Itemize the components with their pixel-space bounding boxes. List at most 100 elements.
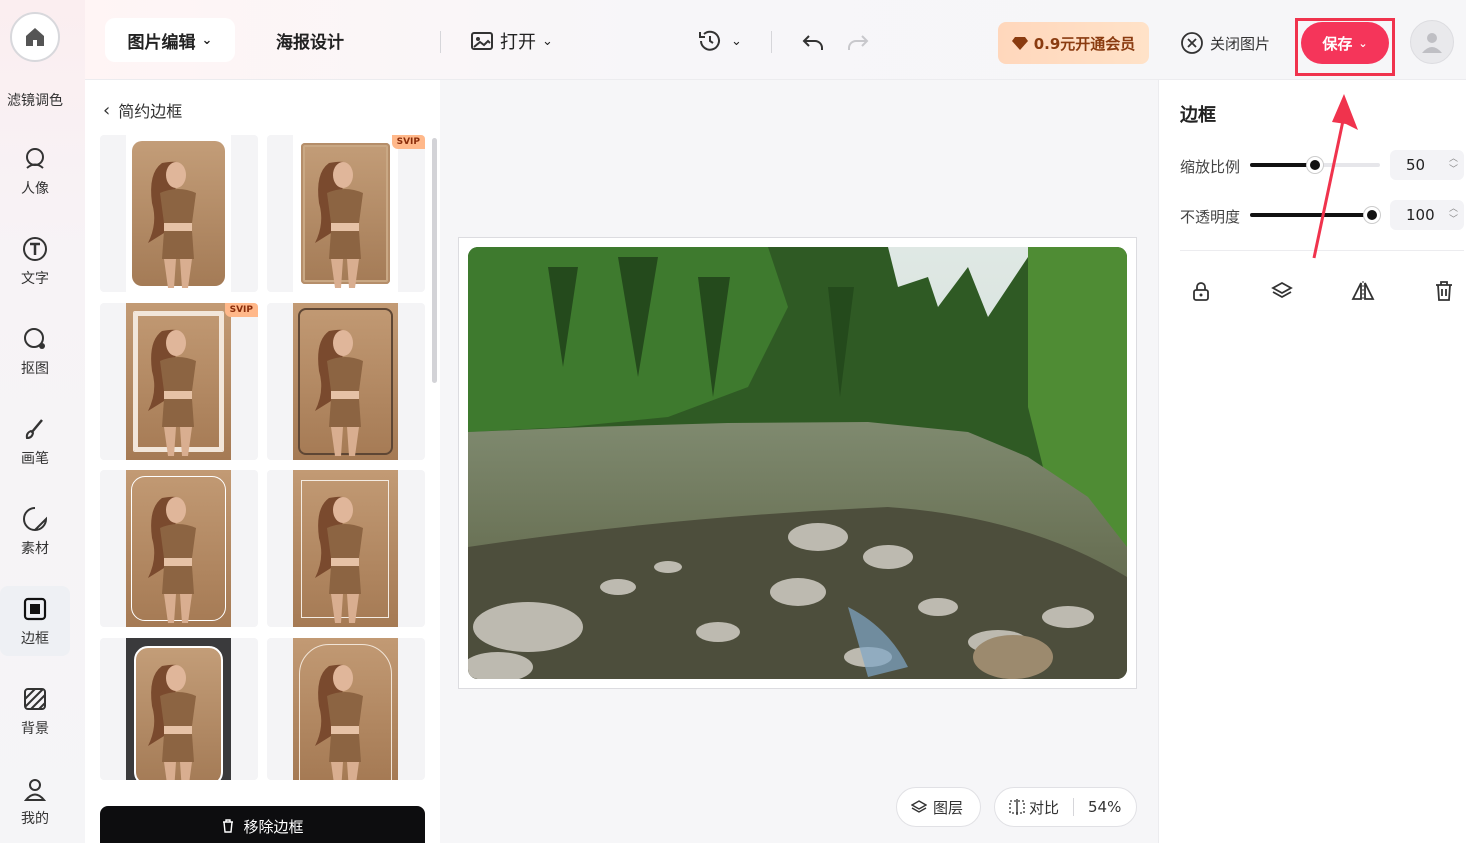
rail-item-sticker[interactable]: 素材 [0,496,70,566]
flip-horizontal-icon [1351,281,1375,301]
rail-label: 背景 [21,721,49,737]
home-button[interactable] [10,12,60,62]
close-image-button[interactable]: 关闭图片 [1180,28,1270,58]
tab-poster-design[interactable]: 海报设计 [250,18,370,62]
layers-label: 图层 [933,798,964,817]
lock-button[interactable] [1186,276,1216,306]
frame-thumbnail[interactable] [267,303,425,460]
chevron-down-icon: ⌄ [542,33,553,49]
save-label: 保存 [1322,34,1353,53]
divider [1073,798,1075,816]
close-circle-icon [1181,32,1203,54]
brush-icon [20,414,50,444]
canvas-photo[interactable] [468,247,1127,679]
compare-icon [1009,799,1025,815]
scale-value-input[interactable]: 50 ︿ ﹀ [1390,150,1464,180]
back-button[interactable]: ‹ 简约边框 [103,98,182,122]
svip-badge: SVIP [224,303,258,317]
chevron-left-icon: ‹ [103,99,111,121]
lock-icon [1193,282,1209,301]
frame-thumbnail[interactable] [100,638,258,780]
layers-button[interactable]: 图层 [896,787,981,827]
compare-label: 对比 [1029,798,1060,817]
rail-label: 人像 [21,181,49,197]
trash-icon [223,819,234,833]
rail-item-brush[interactable]: 画笔 [0,406,70,476]
opacity-label: 不透明度 [1180,208,1241,226]
rail-item-mine[interactable]: 我的 [0,766,70,836]
compare-button[interactable]: 对比 [1009,797,1059,818]
compare-zoom-group: 对比 54% [994,787,1137,827]
rail-label: 边框 [21,631,49,647]
rail-label: 素材 [21,541,49,557]
vip-label: 0.9元开通会员 [1033,34,1136,53]
text-icon [20,234,50,264]
diamond-icon [1011,37,1028,50]
opacity-value-input[interactable]: 100 ︿ ﹀ [1390,200,1464,230]
stepper-icon[interactable]: ︿ ﹀ [1449,204,1458,226]
remove-frame-label: 移除边框 [243,817,304,836]
remove-frame-button[interactable]: 移除边框 [100,806,425,843]
close-image-label: 关闭图片 [1210,34,1271,53]
rail-label: 文字 [21,271,49,287]
redo-button[interactable] [843,28,873,58]
frame-icon [20,594,50,624]
rail-item-cutout[interactable]: 抠图 [0,316,70,386]
frame-thumbnail[interactable] [100,135,258,292]
tab-label: 图片编辑 [127,32,196,53]
undo-icon [802,35,823,50]
panel-scrollbar[interactable] [432,138,437,383]
background-icon [20,684,50,714]
chevron-down-icon: ⌄ [1358,36,1368,50]
avatar[interactable] [1410,20,1454,64]
scale-value: 50 [1406,156,1426,174]
history-button[interactable]: ⌄ [697,28,742,54]
frame-thumbnail[interactable] [267,470,425,627]
sticker-icon [20,504,50,534]
stepper-icon[interactable]: ︿ ﹀ [1449,154,1458,176]
layers-icon [911,800,927,813]
tab-label: 海报设计 [276,32,344,53]
frame-thumbnail[interactable] [267,638,425,780]
rail-item-filter[interactable]: 滤镜调色 [0,90,70,110]
panel-category-title: 简约边框 [118,102,183,121]
image-icon [471,32,493,50]
rail-item-portrait[interactable]: 人像 [0,136,70,206]
delete-button[interactable] [1429,276,1459,306]
rail-label: 画笔 [21,451,49,467]
chevron-down-icon: ⌄ [731,33,742,49]
flip-button[interactable] [1348,276,1378,306]
vip-button[interactable]: 0.9元开通会员 [998,22,1149,64]
rail-label: 我的 [21,811,49,827]
undo-button[interactable] [798,28,828,58]
river-forest-image [468,247,1127,679]
frame-thumbnail[interactable]: SVIP [100,303,258,460]
tab-image-edit[interactable]: 图片编辑 ⌄ [105,18,235,62]
rail-item-frame[interactable]: 边框 [0,586,70,656]
layer-order-button[interactable] [1267,276,1297,306]
rail-item-text[interactable]: 文字 [0,226,70,296]
divider [440,31,441,53]
history-icon [699,30,720,51]
user-avatar-icon [1422,33,1442,53]
panel-title: 边框 [1180,105,1216,126]
cutout-icon [20,324,50,354]
chevron-down-icon: ⌄ [201,32,213,48]
opacity-value: 100 [1406,206,1435,224]
frame-thumbnail[interactable] [100,470,258,627]
annotation-arrow [1312,94,1358,259]
zoom-level[interactable]: 54% [1088,798,1121,816]
rail-item-background[interactable]: 背景 [0,676,70,746]
rail-label: 抠图 [21,361,49,377]
trash-icon [1436,281,1452,301]
scale-label: 缩放比例 [1180,158,1241,176]
open-button[interactable]: 打开 ⌄ [470,26,553,56]
divider [771,31,772,53]
portrait-icon [20,144,50,174]
home-icon [26,28,44,46]
save-button[interactable]: 保存 ⌄ [1301,22,1389,64]
layers-icon [1271,281,1293,299]
frame-thumbnail[interactable]: SVIP [267,135,425,292]
redo-icon [848,35,869,50]
user-icon [20,774,50,804]
